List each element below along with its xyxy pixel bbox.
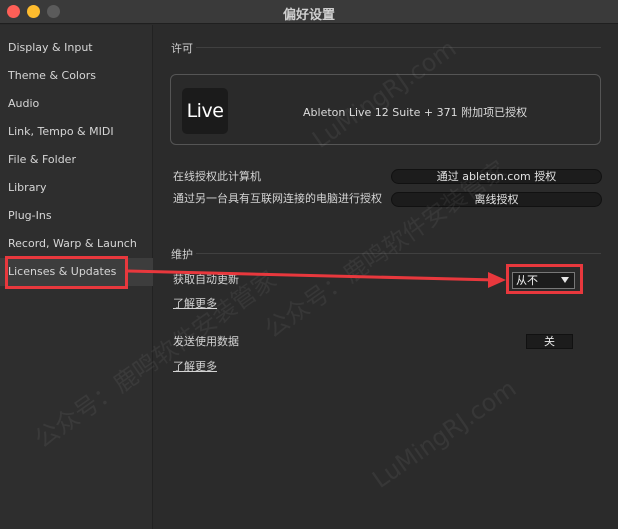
annotation-arrow (127, 269, 506, 288)
